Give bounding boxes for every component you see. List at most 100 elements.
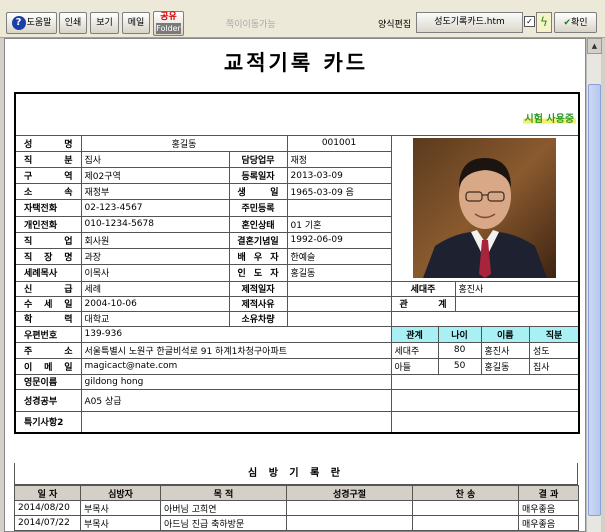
label-english-name: 영문이름	[14, 373, 82, 390]
value-position[interactable]: 집사	[80, 150, 230, 168]
label-name: 성 명	[14, 134, 82, 152]
value-household-head[interactable]: 홍진사	[454, 280, 580, 297]
value-zipcode[interactable]: 139-936	[80, 325, 392, 343]
scroll-thumb[interactable]	[588, 84, 601, 516]
family-age[interactable]: 80	[437, 343, 482, 357]
value-bible-study[interactable]: A05 상급	[80, 388, 392, 412]
page-move-label: 쪽이이동가능	[226, 20, 276, 30]
checkmark-icon: ✔	[563, 18, 571, 28]
value-vehicle[interactable]	[286, 310, 392, 327]
visit-section-title: 심 방 기 록 란	[14, 463, 578, 485]
label-address: 주 소	[14, 341, 82, 359]
ok-label: 확인	[570, 18, 588, 28]
mail-button[interactable]: 메일	[122, 12, 150, 34]
label-birthday: 생 일	[228, 183, 288, 201]
label-faith: 신 급	[14, 280, 82, 297]
value-birthday[interactable]: 1965-03-09 음	[286, 183, 392, 201]
value-district[interactable]: 제02구역	[80, 166, 230, 185]
value-faith[interactable]: 세례	[80, 280, 230, 297]
visit-date: 2014/08/20	[14, 500, 81, 516]
family-name[interactable]: 홍진사	[480, 343, 531, 357]
value-mobile[interactable]: 010-1234-5678	[80, 215, 230, 233]
label-reg-date: 등록일자	[228, 166, 288, 185]
print-label: 인쇄	[64, 18, 82, 28]
family-col-name: 이름	[480, 327, 531, 341]
value-resident-no[interactable]	[286, 199, 392, 217]
value-duty[interactable]: 재정	[286, 150, 392, 168]
vertical-scrollbar[interactable]: ▲	[586, 38, 602, 532]
label-relation: 관 계	[390, 295, 456, 312]
visit-result: 매우좋음	[518, 500, 579, 516]
label-district: 구 역	[14, 166, 82, 185]
label-household-head: 세대주	[390, 280, 456, 297]
member-info-table: 시험 사용중 성 명 홍길동 001001 직 분 집사 담당업무 재정 구 역…	[14, 92, 581, 434]
view-button[interactable]: 보기	[90, 12, 119, 34]
view-label: 보기	[96, 18, 113, 28]
label-email: 이 메 일	[14, 357, 82, 375]
scroll-up-arrow-icon[interactable]: ▲	[587, 38, 602, 54]
family-empty-row	[390, 373, 580, 390]
label-parish-pastor: 세례목사	[14, 264, 82, 282]
value-name[interactable]: 홍길동	[80, 134, 288, 152]
form-file-name: 성도기록카드.htm	[434, 17, 505, 27]
visit-visitor: 부목사	[80, 515, 161, 531]
value-wedding-anniv[interactable]: 1992-06-09	[286, 231, 392, 250]
family-row: 아들 50 홍길동 집사	[392, 359, 579, 373]
ok-button[interactable]: ✔확인	[554, 12, 597, 33]
label-position: 직 분	[14, 150, 82, 168]
usage-stamp: 시험 사용중	[522, 113, 577, 125]
label-wedding-anniv: 결혼기념일	[228, 231, 288, 250]
value-baptism-date[interactable]: 2004-10-06	[80, 295, 230, 312]
lightning-button[interactable]: ϟ	[536, 12, 552, 33]
form-file-select[interactable]: 성도기록카드.htm	[416, 12, 523, 33]
family-relation[interactable]: 아들	[392, 359, 439, 373]
empty-cell	[390, 310, 580, 327]
label-spouse: 배 우 자	[228, 248, 288, 266]
value-affiliation[interactable]: 재정부	[80, 183, 230, 201]
family-position[interactable]: 성도	[529, 343, 579, 357]
label-guide: 인 도 자	[228, 264, 288, 282]
visit-col-visitor: 심방자	[80, 485, 161, 501]
value-education[interactable]: 대학교	[80, 310, 230, 327]
value-workplace[interactable]: 과장	[80, 248, 230, 266]
mail-label: 메일	[127, 18, 145, 28]
value-spouse[interactable]: 한예슬	[286, 248, 392, 266]
family-name[interactable]: 홍길동	[480, 359, 531, 373]
value-transfer-date[interactable]	[286, 280, 392, 297]
folder-label: Folder	[156, 23, 181, 34]
value-english-name[interactable]: gildong hong	[80, 373, 392, 390]
value-parish-pastor[interactable]: 이목사	[80, 264, 230, 282]
visit-verse	[286, 500, 413, 516]
value-marital[interactable]: 01 기혼	[286, 215, 392, 233]
table-row[interactable]: 2014/07/22 부목사 아드님 진급 축하방문 매우좋음	[14, 515, 579, 531]
value-notes2[interactable]	[80, 410, 392, 434]
family-position[interactable]: 집사	[529, 359, 579, 373]
value-transfer-reason[interactable]	[286, 295, 392, 312]
visit-date: 2014/07/22	[14, 515, 81, 531]
form-checkbox[interactable]: ✓	[524, 16, 535, 27]
visit-hymn	[412, 515, 519, 531]
visit-col-date: 일 자	[14, 485, 81, 501]
label-job: 직 업	[14, 231, 82, 250]
visit-col-hymn: 찬 송	[412, 485, 519, 501]
stamp-cell: 시험 사용중	[14, 92, 580, 136]
help-label: 도움말	[26, 18, 52, 28]
value-relation[interactable]	[454, 295, 580, 312]
table-row[interactable]: 2014/08/20 부목사 아버님 고희연 매우좋음	[14, 500, 579, 516]
value-guide[interactable]: 홍길동	[286, 264, 392, 282]
share-folder-button[interactable]: 공유 Folder	[153, 11, 184, 36]
family-relation[interactable]: 세대주	[392, 343, 439, 357]
value-home-phone[interactable]: 02-123-4567	[80, 199, 230, 217]
value-email[interactable]: magicact@nate.com	[80, 357, 392, 375]
value-address[interactable]: 서울특별시 노원구 한글비석로 91 하계1차청구아파트	[80, 341, 392, 359]
value-member-id[interactable]: 001001	[286, 134, 392, 152]
help-button[interactable]: ? 도움말	[6, 12, 57, 34]
print-button[interactable]: 인쇄	[59, 12, 87, 34]
member-photo	[413, 137, 557, 278]
family-age[interactable]: 50	[437, 359, 482, 373]
value-reg-date[interactable]: 2013-03-09	[286, 166, 392, 185]
value-job[interactable]: 회사원	[80, 231, 230, 250]
visit-col-verse: 성경구절	[286, 485, 413, 501]
label-mobile: 개인전화	[14, 215, 82, 233]
family-col-position: 직분	[529, 327, 579, 341]
